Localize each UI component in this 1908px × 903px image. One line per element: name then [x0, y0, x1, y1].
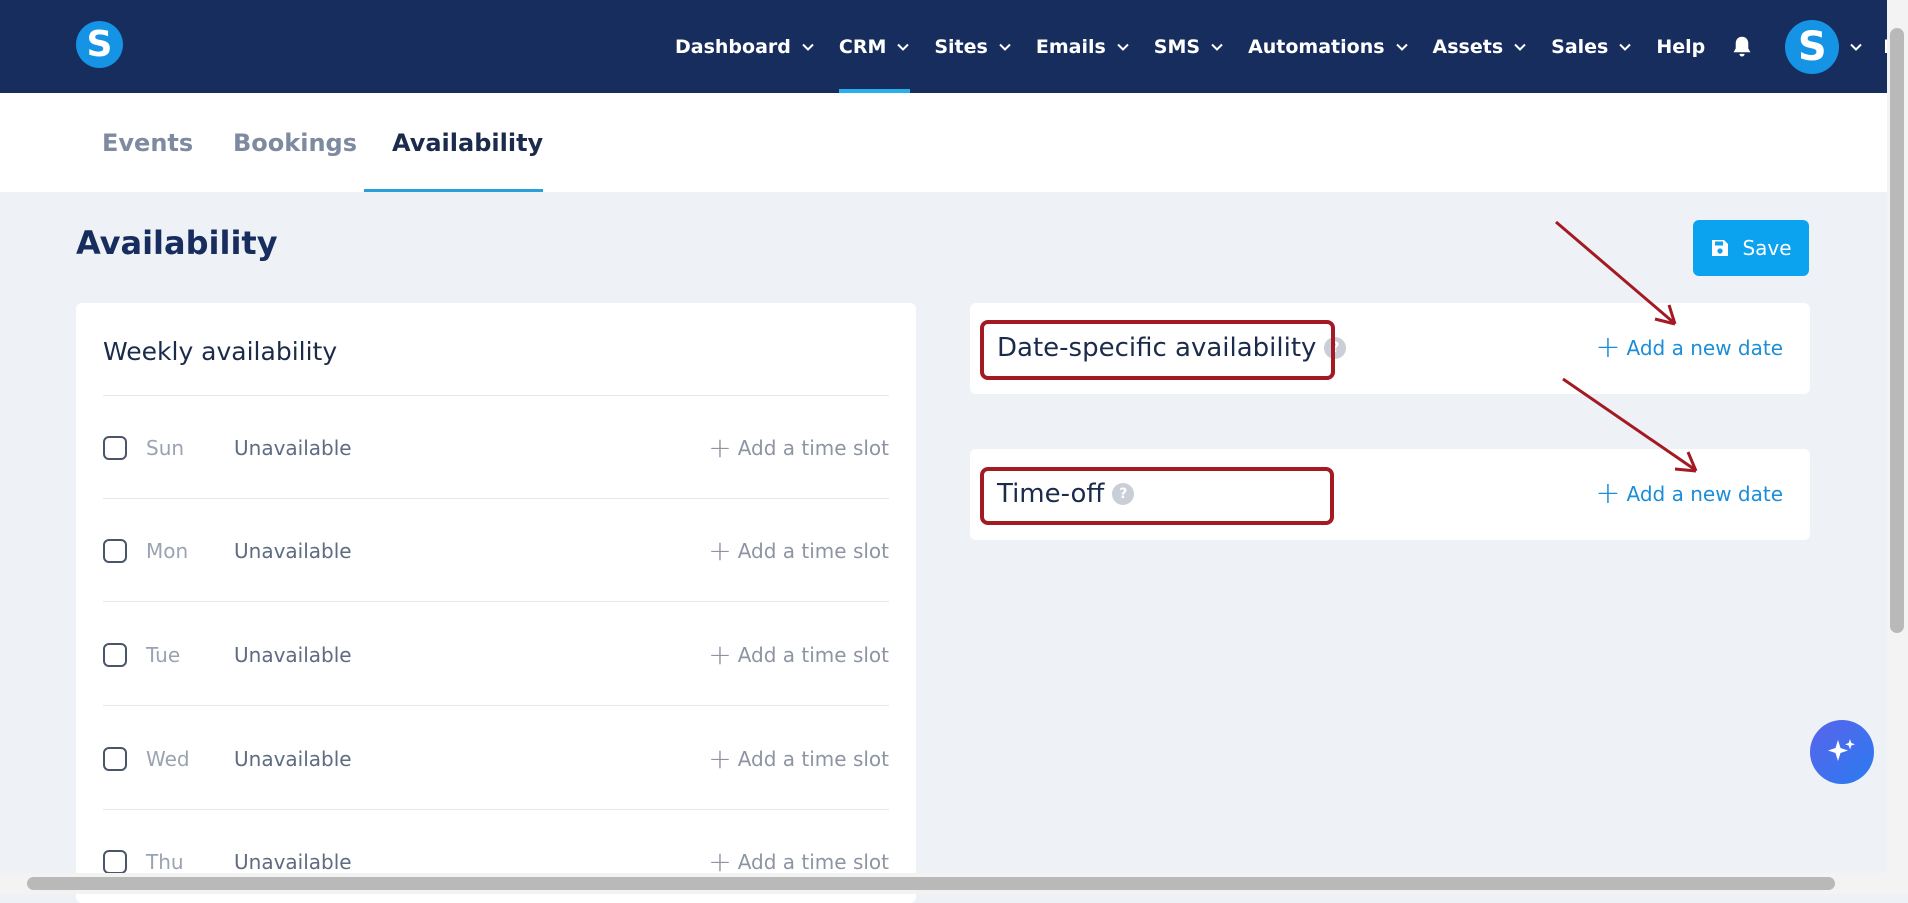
add-time-slot-label: Add a time slot	[737, 539, 889, 563]
add-new-date-label: Add a new date	[1626, 336, 1783, 360]
day-checkbox[interactable]	[103, 747, 127, 771]
divider	[103, 705, 889, 706]
vertical-scrollbar[interactable]	[1887, 0, 1908, 894]
day-row: Tue Unavailable + Add a time slot	[103, 635, 889, 675]
chevron-down-icon	[999, 43, 1011, 51]
plus-icon: +	[708, 431, 732, 464]
add-time-slot-label: Add a time slot	[737, 747, 889, 771]
plus-icon: +	[1595, 476, 1621, 511]
day-label: Sun	[146, 436, 185, 460]
avatar: S	[1785, 19, 1840, 74]
add-time-slot-label: Add a time slot	[737, 436, 889, 460]
add-time-slot-button[interactable]: + Add a time slot	[708, 431, 889, 464]
ai-assistant-button[interactable]	[1810, 720, 1874, 784]
chevron-down-icon	[1619, 43, 1632, 51]
weekly-availability-title: Weekly availability	[103, 337, 338, 366]
nav-sites-label: Sites	[934, 35, 988, 58]
scrollbar-thumb[interactable]	[27, 877, 1835, 890]
nav-crm[interactable]: CRM	[838, 0, 911, 93]
save-icon	[1712, 240, 1729, 256]
sub-navigation: Events Bookings Availability	[0, 93, 1887, 192]
chevron-down-icon	[1514, 43, 1526, 51]
tab-bookings[interactable]: Bookings	[233, 93, 357, 192]
chevron-down-icon	[1850, 43, 1862, 51]
nav-help-label: Help	[1656, 35, 1706, 58]
avatar-menu[interactable]: S	[1785, 0, 1863, 93]
add-time-slot-label: Add a time slot	[737, 850, 889, 874]
add-time-slot-button[interactable]: + Add a time slot	[708, 845, 889, 878]
plus-icon: +	[708, 742, 732, 775]
nav-crm-label: CRM	[838, 35, 887, 58]
day-label: Thu	[146, 850, 184, 874]
nav-automations[interactable]: Automations	[1248, 0, 1408, 93]
day-status: Unavailable	[234, 643, 352, 667]
day-row: Mon Unavailable + Add a time slot	[103, 531, 889, 571]
save-button[interactable]: Save	[1693, 220, 1809, 276]
nav-dashboard-label: Dashboard	[675, 35, 791, 58]
chevron-down-icon	[897, 43, 910, 51]
divider	[103, 395, 889, 396]
annotation-highlight-box	[980, 320, 1335, 380]
nav-emails[interactable]: Emails	[1036, 0, 1130, 93]
nav-sales[interactable]: Sales	[1551, 0, 1632, 93]
tab-events[interactable]: Events	[102, 93, 193, 192]
add-time-slot-label: Add a time slot	[737, 643, 889, 667]
nav-sms-label: SMS	[1153, 35, 1201, 58]
top-navigation-bar: S Dashboard CRM Sites Emails SMS Automat…	[0, 0, 1908, 93]
day-status: Unavailable	[234, 850, 352, 874]
add-time-slot-button[interactable]: + Add a time slot	[708, 638, 889, 671]
nav-help[interactable]: Help	[1656, 0, 1705, 93]
day-label: Mon	[146, 539, 189, 563]
main-nav: Dashboard CRM Sites Emails SMS Automatio…	[675, 0, 1908, 93]
plus-icon: +	[708, 845, 732, 878]
add-new-date-label: Add a new date	[1626, 482, 1783, 506]
day-checkbox[interactable]	[103, 539, 127, 563]
add-new-date-button[interactable]: + Add a new date	[1595, 476, 1783, 511]
save-button-label: Save	[1742, 236, 1792, 260]
scrollbar-thumb[interactable]	[1890, 28, 1904, 633]
nav-automations-label: Automations	[1248, 35, 1385, 58]
plus-icon: +	[708, 638, 732, 671]
annotation-highlight-box	[980, 467, 1334, 525]
day-row: Sun Unavailable + Add a time slot	[103, 428, 889, 468]
plus-icon: +	[1595, 330, 1621, 365]
day-status: Unavailable	[234, 747, 352, 771]
active-tab-indicator	[364, 189, 543, 192]
page-title: Availability	[76, 224, 278, 262]
day-status: Unavailable	[234, 539, 352, 563]
nav-emails-label: Emails	[1035, 35, 1106, 58]
bell-icon[interactable]	[1729, 34, 1755, 60]
nav-sms[interactable]: SMS	[1154, 0, 1224, 93]
chevron-down-icon	[802, 43, 814, 51]
day-row: Wed Unavailable + Add a time slot	[103, 739, 889, 779]
sparkle-icon	[1828, 739, 1855, 761]
add-time-slot-button[interactable]: + Add a time slot	[708, 742, 889, 775]
divider	[103, 601, 889, 602]
tab-availability[interactable]: Availability	[392, 93, 543, 192]
day-checkbox[interactable]	[103, 436, 127, 460]
nav-dashboard[interactable]: Dashboard	[675, 0, 815, 93]
horizontal-scrollbar[interactable]	[0, 873, 1887, 894]
weekly-availability-card: Weekly availability Sun Unavailable + Ad…	[76, 303, 916, 903]
nav-sales-label: Sales	[1551, 35, 1609, 58]
day-label: Tue	[146, 643, 181, 667]
add-new-date-button[interactable]: + Add a new date	[1595, 330, 1783, 365]
day-checkbox[interactable]	[103, 643, 127, 667]
day-checkbox[interactable]	[103, 850, 127, 874]
plus-icon: +	[708, 534, 732, 567]
chevron-down-icon	[1117, 43, 1129, 51]
chevron-down-icon	[1395, 43, 1408, 51]
nav-assets-label: Assets	[1432, 35, 1504, 58]
nav-assets[interactable]: Assets	[1433, 0, 1528, 93]
brand-logo[interactable]: S	[76, 21, 123, 68]
add-time-slot-button[interactable]: + Add a time slot	[708, 534, 889, 567]
divider	[103, 809, 889, 810]
day-status: Unavailable	[234, 436, 352, 460]
chevron-down-icon	[1211, 43, 1223, 51]
day-label: Wed	[146, 747, 190, 771]
nav-sites[interactable]: Sites	[934, 0, 1011, 93]
divider	[103, 498, 889, 499]
